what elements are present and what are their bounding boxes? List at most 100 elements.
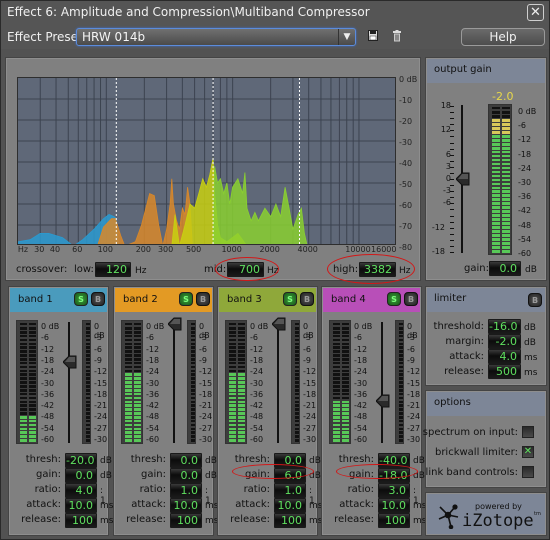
ratio-input[interactable]: 3.0 (378, 483, 410, 498)
meter-segment (29, 388, 36, 392)
ratio-label: ratio: (243, 484, 270, 495)
meter-segment (342, 439, 349, 442)
gr-meter-scale-label: -12 (303, 367, 317, 377)
meter-segment (502, 166, 510, 170)
option-checkbox[interactable]: ✕ (522, 446, 534, 458)
limiter-bypass-button[interactable]: B (528, 293, 542, 307)
solo-button[interactable]: S (179, 292, 193, 306)
meter-segment (333, 373, 340, 377)
solo-button[interactable]: S (283, 292, 297, 306)
limiter-attack-input[interactable]: 4.0 (488, 349, 521, 364)
meter-segment (295, 373, 299, 377)
meter-segment (333, 334, 340, 338)
spectrum-plot[interactable] (17, 77, 396, 245)
meter-segment (191, 350, 195, 353)
meter-segment (342, 404, 349, 407)
meter-segment (502, 150, 510, 154)
band-level-meter (16, 320, 38, 444)
band-fader-handle[interactable] (167, 317, 182, 331)
limiter-threshold-input[interactable]: -16.0 (488, 319, 521, 334)
band-fader-track[interactable] (173, 322, 175, 443)
meter-segment (125, 408, 132, 411)
band-title: band 2 (123, 294, 158, 305)
meter-segment (20, 431, 27, 435)
attack-input[interactable]: 10.0 (170, 498, 202, 513)
meter-segment (238, 404, 245, 407)
gr-meter-scale-label: -30 (407, 435, 421, 444)
attack-input[interactable]: 10.0 (65, 498, 97, 513)
meter-segment (502, 202, 510, 206)
option-checkbox[interactable] (522, 426, 534, 438)
meter-segment (399, 404, 403, 407)
band-fader-handle[interactable] (271, 317, 286, 331)
attack-input[interactable]: 10.0 (378, 498, 410, 513)
output-fader-scale-label: -3 (443, 186, 451, 196)
gain-input[interactable]: 0.0 (170, 468, 202, 483)
ratio-input[interactable]: 1.0 (274, 483, 306, 498)
meter-segment (492, 130, 500, 134)
meter-segment (492, 190, 500, 194)
option-checkbox[interactable] (522, 466, 534, 478)
thresh-input[interactable]: 0.0 (170, 453, 202, 468)
meter-segment (333, 385, 340, 388)
meter-segment (20, 419, 27, 423)
limiter-margin-input[interactable]: -2.0 (488, 334, 521, 349)
band-fader-handle[interactable] (62, 355, 77, 369)
band-meter-scale-label: -42 (354, 401, 368, 411)
bypass-button[interactable]: B (300, 292, 314, 306)
delete-preset-button[interactable] (391, 30, 403, 44)
meter-segment (229, 350, 236, 353)
attack-input[interactable]: 10.0 (274, 498, 306, 513)
meter-segment (502, 130, 510, 134)
band-fader-track[interactable] (68, 322, 70, 443)
close-button[interactable]: ✕ (527, 4, 544, 21)
release-input[interactable]: 100 (170, 513, 202, 528)
release-input[interactable]: 100 (378, 513, 410, 528)
attack-label: attack: (339, 499, 374, 510)
bypass-button[interactable]: B (404, 292, 418, 306)
chevron-down-icon[interactable]: ▼ (338, 29, 355, 45)
trash-can-icon (393, 30, 401, 42)
help-button[interactable]: Help (461, 28, 545, 46)
save-preset-button[interactable] (367, 30, 379, 44)
output-gain-fader-handle[interactable] (455, 172, 470, 186)
meter-segment (333, 400, 340, 404)
meter-segment (191, 427, 195, 431)
crossover-low-input[interactable]: 120 (95, 262, 131, 277)
meter-segment (191, 439, 195, 442)
meter-segment (134, 373, 141, 377)
bypass-button[interactable]: B (196, 292, 210, 306)
limiter-release-input[interactable]: 500 (488, 364, 521, 379)
gain-input[interactable]: 0.0 (65, 468, 97, 483)
limiter-release-unit: ms (524, 368, 538, 378)
meter-segment (29, 385, 36, 388)
x-axis-label: 4000 (297, 245, 318, 254)
x-axis-label: Hz (17, 245, 29, 254)
meter-segment (492, 174, 500, 178)
band-fader-track[interactable] (277, 322, 279, 443)
solo-button[interactable]: S (74, 292, 88, 306)
release-input[interactable]: 100 (274, 513, 306, 528)
ratio-input[interactable]: 1.0 (170, 483, 202, 498)
thresh-input[interactable]: -20.0 (65, 453, 97, 468)
y-axis-label: -70 (399, 222, 413, 231)
release-input[interactable]: 100 (65, 513, 97, 528)
fader-tick (450, 252, 454, 253)
output-meter-scale-label: -36 (518, 192, 532, 202)
annotation-circle (336, 464, 418, 479)
meter-segment (191, 435, 195, 438)
band-fader-track[interactable] (381, 322, 383, 443)
meter-segment (502, 154, 510, 158)
solo-button[interactable]: S (387, 292, 401, 306)
band-fader-handle[interactable] (375, 394, 390, 408)
preset-dropdown[interactable]: HRW 014b ▼ (76, 28, 356, 46)
annotation-circle (327, 254, 415, 284)
meter-segment (125, 431, 132, 435)
ratio-input[interactable]: 4.0 (65, 483, 97, 498)
bypass-button[interactable]: B (91, 292, 105, 306)
output-meter-scale-label: -12 (518, 135, 532, 145)
meter-segment (125, 365, 132, 369)
meter-segment (333, 396, 340, 400)
output-gain-input[interactable]: 0.0 (489, 261, 521, 276)
meter-segment (342, 330, 349, 334)
